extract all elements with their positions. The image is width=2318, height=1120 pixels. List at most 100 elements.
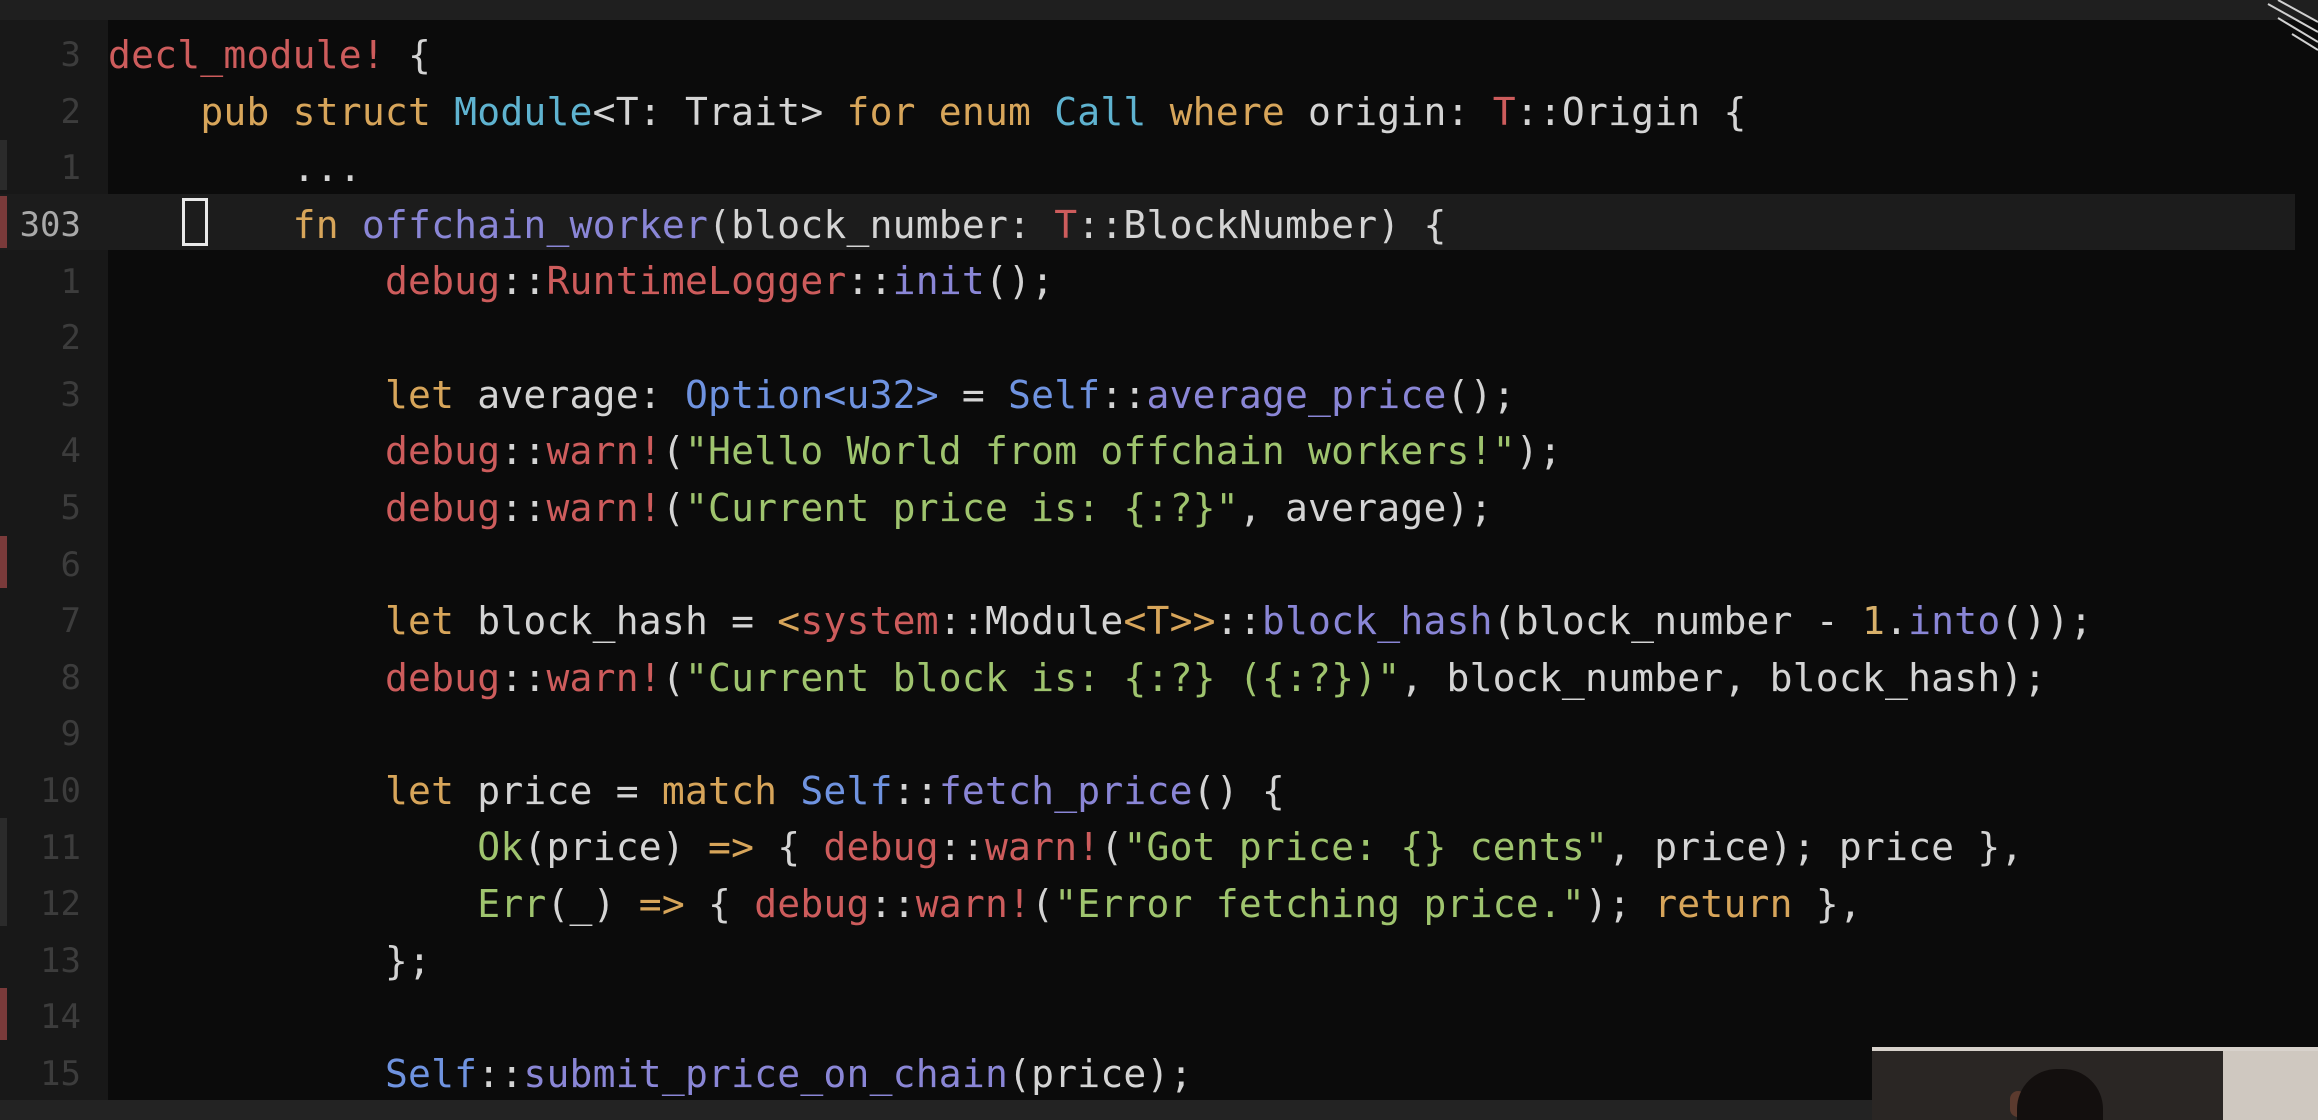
code-line[interactable]: 2	[0, 310, 2318, 367]
line-code[interactable]: fn offchain_worker(block_number: T::Bloc…	[108, 197, 1447, 254]
code-token: (	[661, 429, 685, 474]
code-token: =>	[638, 881, 685, 926]
code-line[interactable]: 4 debug::warn!("Hello World from offchai…	[0, 423, 2318, 480]
code-line[interactable]: 7 let block_hash = <system::Module<T>>::…	[0, 593, 2318, 650]
code-token: 1	[1861, 598, 1886, 643]
line-code[interactable]: let block_hash = <system::Module<T>>::bl…	[108, 593, 2093, 650]
code-token: (block_number -	[1492, 598, 1862, 643]
code-token: warn!	[915, 881, 1032, 926]
code-line[interactable]: 1 debug::RuntimeLogger::init();	[0, 253, 2318, 310]
code-token: let	[384, 598, 455, 643]
code-line[interactable]: 1 ...	[0, 140, 2318, 197]
code-token: (block_number:	[708, 202, 1055, 247]
line-code[interactable]: pub struct Module<T: Trait> for enum Cal…	[108, 84, 1747, 141]
code-lines[interactable]: 3 decl_module! {2 pub struct Module<T: Tr…	[0, 27, 2318, 1102]
window-corner-hatch	[2248, 0, 2318, 58]
code-token: Module	[454, 89, 593, 134]
code-token: Call	[1054, 89, 1147, 134]
code-line[interactable]: 303 fn offchain_worker(block_number: T::…	[0, 197, 2318, 254]
code-token: warn!	[546, 429, 662, 474]
line-code[interactable]: Err(_) => { debug::warn!("Error fetching…	[108, 876, 1862, 933]
code-line[interactable]: 9	[0, 706, 2318, 763]
code-token: submit_price_on_chain	[523, 1051, 1009, 1096]
line-code[interactable]: decl_module! {	[108, 27, 431, 84]
code-line[interactable]: 2 pub struct Module<T: Trait> for enum C…	[0, 84, 2318, 141]
code-token: let	[384, 768, 455, 813]
code-line[interactable]: 3 decl_module! {	[0, 27, 2318, 84]
code-token: "Current price is: {:?}"	[684, 485, 1239, 530]
line-number: 3	[60, 374, 81, 415]
code-token: (price);	[1008, 1051, 1193, 1096]
code-token: for enum	[846, 89, 1032, 134]
code-token: ();	[1446, 372, 1516, 417]
code-token: "Error fetching price."	[1054, 881, 1585, 926]
code-token: ::	[938, 825, 985, 870]
code-token: , block_number, block_hash);	[1400, 655, 2047, 700]
line-code[interactable]: debug::RuntimeLogger::init();	[108, 253, 1054, 310]
code-line[interactable]: 10 let price = match Self::fetch_price()…	[0, 763, 2318, 820]
line-number: 13	[40, 940, 81, 981]
line-code[interactable]: ...	[108, 140, 362, 197]
code-token: T	[1492, 89, 1516, 134]
code-token: .	[1885, 598, 1909, 643]
line-code[interactable]: Ok(price) => { debug::warn!("Got price: …	[108, 819, 2023, 876]
code-line[interactable]: 3 let average: Option<u32> = Self::avera…	[0, 367, 2318, 424]
code-token: fetch_price	[938, 768, 1193, 813]
code-line[interactable]: 11 Ok(price) => { debug::warn!("Got pric…	[0, 819, 2318, 876]
code-token: () {	[1192, 768, 1285, 813]
line-code[interactable]: };	[108, 933, 431, 990]
line-code[interactable]: debug::warn!("Hello World from offchain …	[108, 423, 1562, 480]
line-number: 303	[19, 205, 81, 246]
line-code[interactable]: Self::submit_price_on_chain(price);	[108, 1046, 1193, 1103]
code-token: fn	[292, 202, 339, 247]
code-line[interactable]: 5 debug::warn!("Current price is: {:?}",…	[0, 480, 2318, 537]
code-token: , price); price },	[1608, 825, 2024, 870]
code-line[interactable]: 13 };	[0, 933, 2318, 990]
code-token: offchain_worker	[361, 202, 709, 247]
code-line[interactable]: 12 Err(_) => { debug::warn!("Error fetch…	[0, 876, 2318, 933]
code-token: ::Origin {	[1515, 89, 1747, 134]
code-token: {	[384, 33, 432, 77]
line-number: 4	[60, 431, 81, 472]
line-code[interactable]: debug::warn!("Current block is: {:?} ({:…	[108, 650, 2047, 707]
code-token: };	[108, 938, 432, 983]
code-token: warn!	[546, 655, 662, 700]
code-token: );	[1585, 881, 1655, 926]
code-token: return	[1654, 881, 1793, 926]
code-token: ::BlockNumber) {	[1077, 202, 1447, 247]
code-token: origin:	[1284, 89, 1493, 134]
top-bar	[0, 0, 2318, 20]
code-line[interactable]: 14	[0, 989, 2318, 1046]
code-line[interactable]: 8 debug::warn!("Current block is: {:?} (…	[0, 650, 2318, 707]
code-token: );	[1515, 429, 1562, 474]
code-token: average:	[454, 372, 685, 417]
code-token: {	[684, 881, 755, 926]
code-token: Err	[477, 881, 547, 926]
code-token: average_price	[1146, 372, 1447, 417]
code-token: ...	[108, 146, 362, 191]
code-token: ::Module	[938, 598, 1124, 643]
code-line[interactable]: 6	[0, 536, 2318, 593]
webcam-overlay	[1872, 1047, 2318, 1120]
code-token: T	[1054, 202, 1078, 247]
code-token: (	[1031, 881, 1055, 926]
line-code[interactable]: let average: Option<u32> = Self::average…	[108, 367, 1516, 424]
line-number: 15	[40, 1053, 81, 1094]
code-token: },	[1792, 881, 1862, 926]
line-code[interactable]: let price = match Self::fetch_price() {	[108, 763, 1285, 820]
code-token: warn!	[984, 825, 1101, 870]
code-token: decl_module!	[108, 33, 385, 77]
line-code[interactable]: debug::warn!("Current price is: {:?}", a…	[108, 480, 1493, 537]
code-token: into	[1908, 598, 2001, 643]
